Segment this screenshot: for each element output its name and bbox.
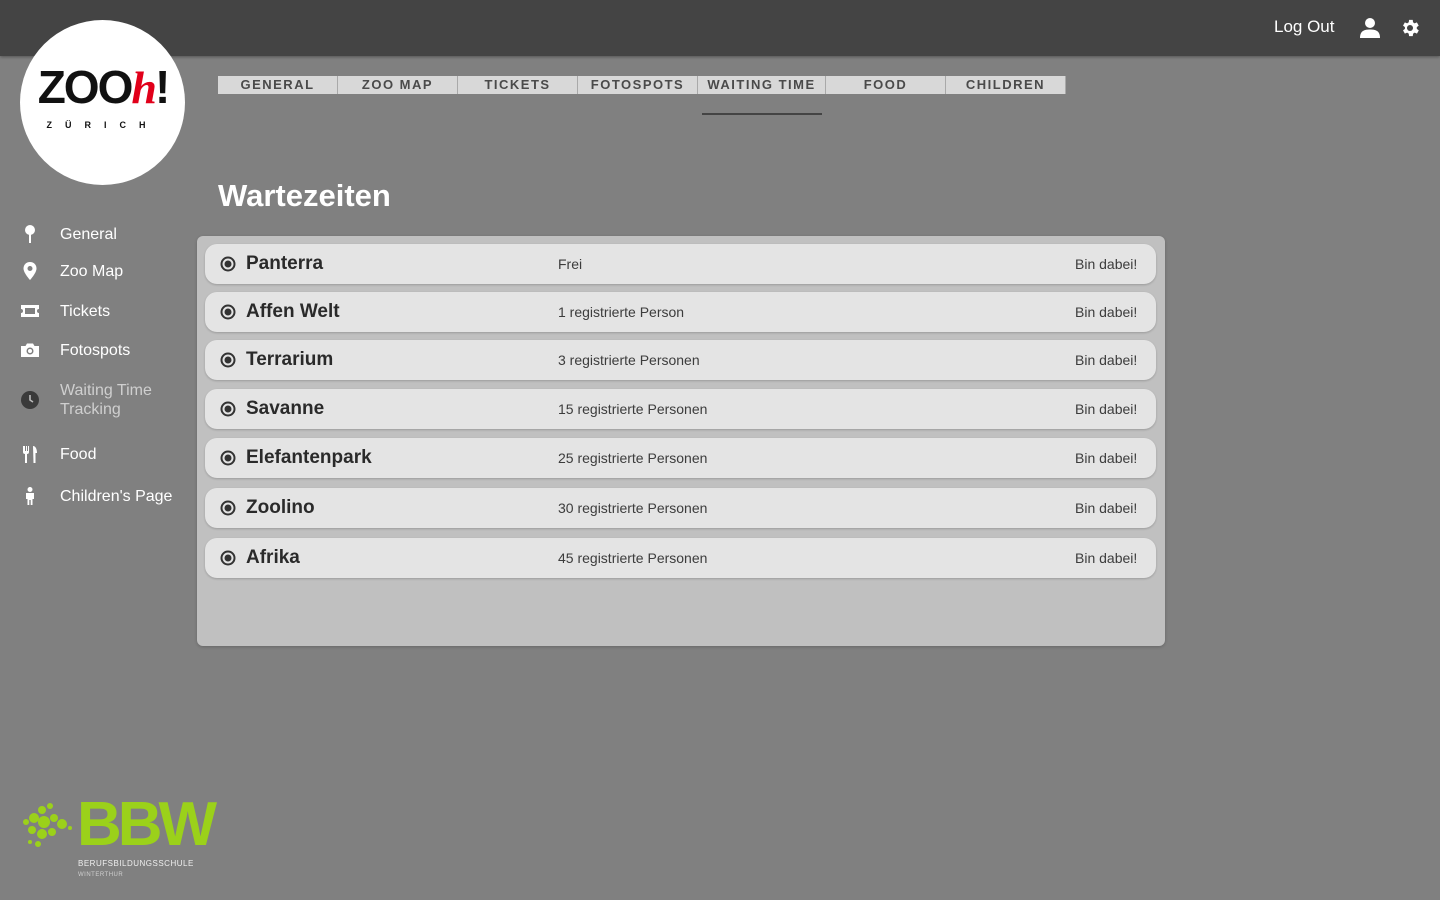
radio-selected-icon[interactable] xyxy=(220,450,236,466)
gear-icon[interactable] xyxy=(1399,17,1421,39)
sidebar-item-fotospots[interactable]: Fotospots xyxy=(20,340,190,360)
active-tab-indicator xyxy=(702,113,822,115)
tab-zoo-map[interactable]: ZOO MAP xyxy=(338,76,458,94)
attraction-name: Elefantenpark xyxy=(246,447,372,468)
sidebar-item-zoo-map[interactable]: Zoo Map xyxy=(20,261,190,281)
waiting-status: 30 registrierte Personen xyxy=(558,500,708,516)
join-button[interactable]: Bin dabei! xyxy=(1075,352,1137,368)
logo-wordmark: ZOOh! xyxy=(37,61,171,113)
child-icon xyxy=(26,487,34,505)
sidebar-item-label: Zoo Map xyxy=(60,262,124,280)
waiting-status: 3 registrierte Personen xyxy=(558,352,700,368)
radio-selected-icon[interactable] xyxy=(220,500,236,516)
radio-selected-icon[interactable] xyxy=(220,256,236,272)
bbw-subtitle: BERUFSBILDUNGSSCHULE xyxy=(78,859,194,868)
tab-fotospots[interactable]: FOTOSPOTS xyxy=(578,76,698,94)
tab-children[interactable]: CHILDREN xyxy=(946,76,1066,94)
page-title: Wartezeiten xyxy=(218,178,391,213)
tab-food[interactable]: FOOD xyxy=(826,76,946,94)
sidebar-item-label: Food xyxy=(60,445,97,463)
tab-tickets[interactable]: TICKETS xyxy=(458,76,578,94)
radio-selected-icon[interactable] xyxy=(220,352,236,368)
logo-subtitle: ZÜRICH xyxy=(46,120,159,130)
sidebar-item-children[interactable]: Children's Page xyxy=(20,486,190,506)
waiting-time-list: Panterra Frei Bin dabei! Affen Welt 1 re… xyxy=(197,236,1165,646)
sidebar-item-label: Waiting Time Tracking xyxy=(60,382,152,418)
sidebar-item-label: Children's Page xyxy=(60,487,173,505)
list-item: Savanne 15 registrierte Personen Bin dab… xyxy=(205,389,1156,429)
list-item: Afrika 45 registrierte Personen Bin dabe… xyxy=(205,538,1156,578)
join-button[interactable]: Bin dabei! xyxy=(1075,450,1137,466)
sidebar-item-general[interactable]: General xyxy=(20,224,190,244)
pin-icon xyxy=(25,225,35,243)
waiting-status: 1 registrierte Person xyxy=(558,304,685,320)
sidebar-item-tickets[interactable]: Tickets xyxy=(20,301,190,321)
bbw-logo: BBW BERUFSBILDUNGSSCHULE WINTERTHUR xyxy=(22,792,217,884)
camera-icon xyxy=(21,343,39,357)
sidebar-item-label: Tickets xyxy=(60,302,111,320)
join-button[interactable]: Bin dabei! xyxy=(1075,256,1137,272)
join-button[interactable]: Bin dabei! xyxy=(1075,500,1137,516)
waiting-status: 45 registrierte Personen xyxy=(558,550,708,566)
tab-general[interactable]: GENERAL xyxy=(218,76,338,94)
attraction-name: Affen Welt xyxy=(246,301,340,322)
clock-icon xyxy=(21,391,39,409)
join-button[interactable]: Bin dabei! xyxy=(1075,550,1137,566)
sidebar-item-food[interactable]: Food xyxy=(20,444,190,464)
join-button[interactable]: Bin dabei! xyxy=(1075,401,1137,417)
attraction-name: Savanne xyxy=(246,398,325,419)
list-item: Zoolino 30 registrierte Personen Bin dab… xyxy=(205,488,1156,528)
waiting-status: 25 registrierte Personen xyxy=(558,450,708,466)
waiting-status: Frei xyxy=(558,256,583,272)
radio-selected-icon[interactable] xyxy=(220,304,236,320)
zoo-zurich-logo[interactable]: ZOOh! ZÜRICH xyxy=(20,20,185,185)
radio-selected-icon[interactable] xyxy=(220,550,236,566)
radio-selected-icon[interactable] xyxy=(220,401,236,417)
sidebar-item-label: General xyxy=(60,225,117,243)
sidebar-item-waiting-time[interactable]: Waiting Time Tracking xyxy=(20,381,190,419)
bbw-wordmark: BBW xyxy=(77,790,217,859)
user-icon[interactable] xyxy=(1359,17,1381,39)
list-item: Affen Welt 1 registrierte Person Bin dab… xyxy=(205,292,1156,332)
bbw-location: WINTERTHUR xyxy=(78,872,124,878)
cutlery-icon xyxy=(23,446,37,463)
logout-button[interactable]: Log Out xyxy=(1274,17,1335,37)
list-item: Terrarium 3 registrierte Personen Bin da… xyxy=(205,340,1156,380)
waiting-status: 15 registrierte Personen xyxy=(558,401,708,417)
attraction-name: Afrika xyxy=(246,547,300,568)
attraction-name: Panterra xyxy=(246,253,324,274)
join-button[interactable]: Bin dabei! xyxy=(1075,304,1137,320)
top-app-bar: Log Out xyxy=(0,0,1440,56)
attraction-name: Terrarium xyxy=(246,349,334,370)
molecule-icon xyxy=(23,803,72,847)
ticket-icon xyxy=(21,305,39,317)
map-marker-icon xyxy=(23,262,37,280)
tab-waiting-time[interactable]: WAITING TIME xyxy=(698,76,826,94)
attraction-name: Zoolino xyxy=(246,497,315,518)
list-item: Panterra Frei Bin dabei! xyxy=(205,244,1156,284)
sidebar-item-label: Fotospots xyxy=(60,341,131,359)
list-item: Elefantenpark 25 registrierte Personen B… xyxy=(205,438,1156,478)
